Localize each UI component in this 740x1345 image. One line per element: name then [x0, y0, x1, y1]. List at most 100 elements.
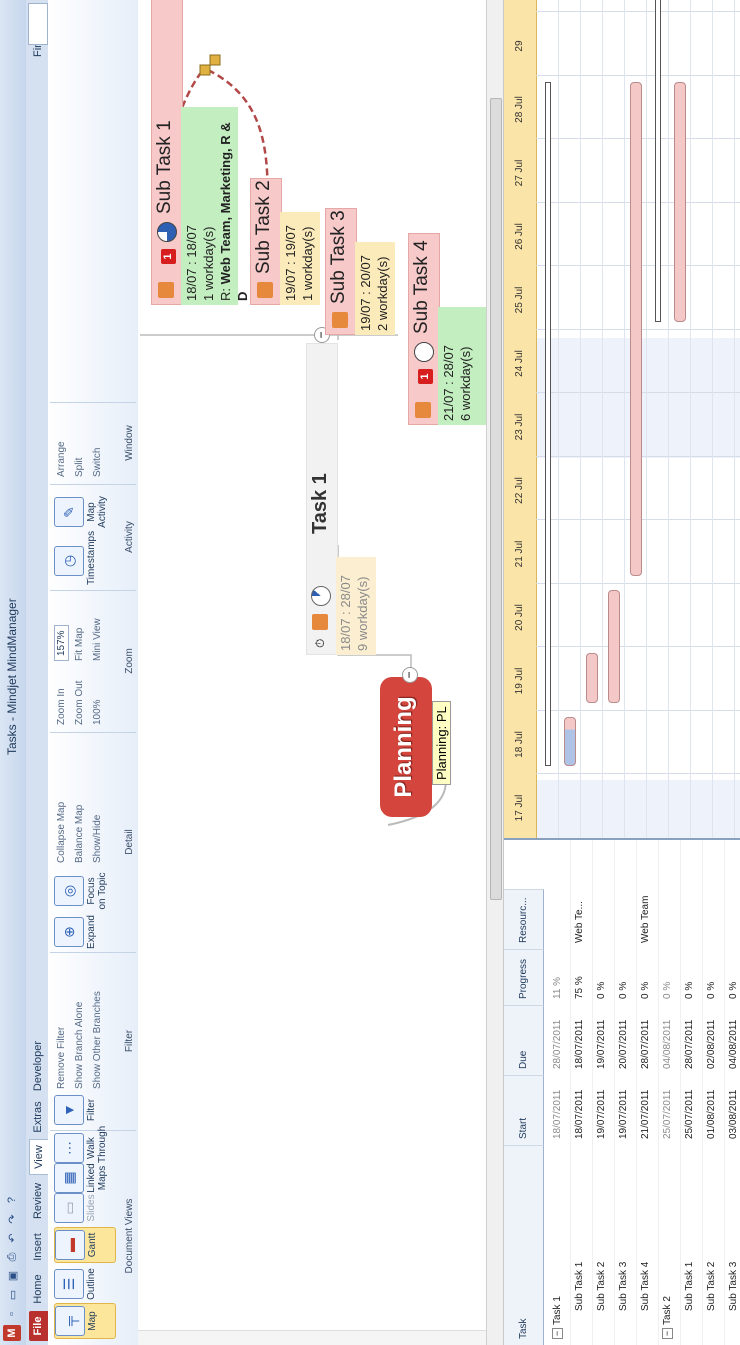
timestamps-button[interactable]: ◷ Timestamps	[54, 531, 114, 585]
scroll-thumb[interactable]	[490, 98, 502, 900]
show-hide-button[interactable]: Show/Hide	[92, 815, 103, 863]
cell-progress: 0 %	[662, 981, 673, 999]
col-header-due[interactable]: Due	[504, 1005, 544, 1075]
topic-sub-task-1[interactable]: 1 Sub Task 1	[151, 0, 183, 305]
split-button[interactable]: Split	[74, 458, 85, 477]
sub-task-1-duration: 1 workday(s)	[201, 226, 216, 301]
save-icon[interactable]: ▣	[3, 1268, 21, 1284]
arrange-button[interactable]: Arrange	[56, 441, 67, 477]
collapse-toggle-planning[interactable]: −	[402, 667, 418, 683]
gantt-bar[interactable]	[545, 82, 551, 767]
find-input[interactable]	[28, 3, 48, 45]
priority-1-icon: 1	[161, 249, 176, 264]
cell-due: 28/07/2011	[552, 1019, 563, 1069]
tab-review[interactable]: Review	[29, 1179, 48, 1223]
switch-button[interactable]: Switch	[92, 448, 103, 477]
slides-button[interactable]: ▭ Slides	[54, 1191, 114, 1225]
show-branch-alone-button[interactable]: Show Branch Alone	[74, 1002, 85, 1089]
gantt-bar[interactable]	[674, 82, 686, 322]
table-row[interactable]: − Task 1 18/07/2011 28/07/2011 11 %	[548, 840, 571, 1345]
task-icon	[312, 614, 328, 630]
cell-progress: 0 %	[706, 981, 717, 999]
tab-extras[interactable]: Extras	[29, 1097, 48, 1137]
topic-sub-task-3[interactable]: Sub Task 3	[325, 208, 357, 335]
linked-maps-icon: ▦	[54, 1163, 84, 1193]
balance-map-button[interactable]: Balance Map	[74, 805, 85, 863]
linked-maps-button[interactable]: ▦ Linked Maps	[54, 1163, 114, 1193]
gantt-bar[interactable]	[630, 82, 642, 576]
sub-task-1-dates: 18/07 : 18/07	[184, 225, 199, 301]
sub-task-2-info: 19/07 : 19/07 1 workday(s)	[280, 212, 320, 305]
cell-task: Sub Task 3	[728, 1261, 739, 1311]
zoom-level-select[interactable]: 157%	[54, 625, 69, 661]
table-row[interactable]: Sub Task 2 19/07/2011 19/07/2011 0 %	[592, 840, 615, 1345]
clock-icon: ◷	[54, 546, 84, 576]
gantt-bar[interactable]	[564, 717, 576, 767]
table-row[interactable]: Sub Task 2 01/08/2011 02/08/2011 0 %	[702, 840, 725, 1345]
table-row[interactable]: Sub Task 4 21/07/2011 28/07/2011 0 % Web Tea…	[636, 840, 659, 1345]
col-header-task[interactable]: Task	[504, 1145, 544, 1345]
col-header-resources[interactable]: Resourc...	[504, 889, 544, 949]
topic-task-1[interactable]: ⏱ Task 1	[306, 343, 338, 655]
mini-view-button[interactable]: Mini View	[92, 618, 103, 661]
map-canvas[interactable]: Planning Planning: PL − ⏱ Task 1 18/07 :…	[138, 0, 504, 1345]
col-header-progress[interactable]: Progress	[504, 949, 544, 1005]
map-activity-button[interactable]: ✎ Map Activity	[54, 489, 114, 535]
new-icon[interactable]: ▫	[3, 1306, 21, 1322]
gantt-day-label: 29	[514, 40, 525, 52]
gantt-view-button[interactable]: ▬ Gantt	[54, 1227, 116, 1263]
filter-button[interactable]: ▼ Filter	[54, 1093, 114, 1127]
cell-progress: 0 %	[596, 981, 607, 999]
quick-access-toolbar: M ▫ ▭ ▣ ⎙ ↶ ↷ ?	[3, 1192, 21, 1341]
tab-view[interactable]: View	[29, 1139, 49, 1175]
fit-map-button[interactable]: Fit Map	[74, 628, 85, 661]
tab-insert[interactable]: Insert	[29, 1227, 48, 1267]
show-other-branches-button[interactable]: Show Other Branches	[92, 991, 103, 1089]
zoom-100-button[interactable]: 100%	[92, 699, 103, 725]
focus-on-topic-button[interactable]: ◎ Focus on Topic	[54, 871, 114, 911]
table-row[interactable]: − Task 2 25/07/2011 04/08/2011 0 %	[658, 840, 681, 1345]
cell-start: 25/07/2011	[684, 1089, 695, 1139]
outline-view-button[interactable]: ☰ Outline	[54, 1267, 114, 1301]
undo-icon[interactable]: ↶	[3, 1230, 21, 1246]
cell-task: Sub Task 1	[684, 1261, 695, 1311]
cell-start: 19/07/2011	[596, 1089, 607, 1139]
app-window: M ▫ ▭ ▣ ⎙ ↶ ↷ ? Tasks - Mindjet MindMana…	[0, 0, 740, 1345]
redo-icon[interactable]: ↷	[3, 1211, 21, 1227]
remove-filter-button[interactable]: Remove Filter	[56, 1027, 67, 1089]
walk-through-button[interactable]: ⋯ Walk Through	[54, 1126, 114, 1163]
row-collapse-toggle[interactable]: −	[662, 1328, 673, 1339]
progress-0-icon	[414, 342, 434, 362]
zoom-out-button[interactable]: Zoom Out	[74, 681, 85, 725]
row-collapse-toggle[interactable]: −	[552, 1328, 563, 1339]
central-topic[interactable]: Planning	[380, 677, 432, 817]
table-row[interactable]: Sub Task 3 03/08/2011 04/08/2011 0 %	[724, 840, 740, 1345]
gantt-bar[interactable]	[608, 590, 620, 703]
table-row[interactable]: Sub Task 1 18/07/2011 18/07/2011 75 % Web Te…	[570, 840, 593, 1345]
expand-icon: ⊕	[54, 917, 84, 947]
help-icon[interactable]: ?	[3, 1192, 21, 1208]
group-window: Arrange Split Switch Window	[50, 402, 136, 483]
open-icon[interactable]: ▭	[3, 1287, 21, 1303]
collapse-map-button[interactable]: Collapse Map	[56, 802, 67, 863]
title-bar: M ▫ ▭ ▣ ⎙ ↶ ↷ ? Tasks - Mindjet MindMana…	[0, 0, 27, 1345]
tab-home[interactable]: Home	[29, 1271, 48, 1307]
gantt-bar[interactable]	[655, 0, 661, 322]
tab-file[interactable]: File	[29, 1311, 48, 1341]
horizontal-scrollbar[interactable]	[486, 0, 503, 1345]
expand-button[interactable]: ⊕ Expand	[54, 915, 114, 949]
table-row[interactable]: Sub Task 1 25/07/2011 28/07/2011 0 %	[680, 840, 703, 1345]
sub-task-2-duration: 1 workday(s)	[300, 226, 315, 301]
gantt-bar[interactable]	[586, 653, 598, 703]
topic-sub-task-4[interactable]: 1 Sub Task 4	[408, 233, 440, 425]
app-logo-icon[interactable]: M	[3, 1325, 21, 1341]
col-header-start[interactable]: Start	[504, 1075, 544, 1145]
topic-sub-task-2[interactable]: Sub Task 2	[250, 178, 282, 305]
central-callout: Planning: PL	[432, 701, 451, 785]
tab-developer[interactable]: Developer	[29, 1039, 48, 1093]
map-view-button[interactable]: ╤ Map	[54, 1303, 116, 1339]
zoom-in-button[interactable]: Zoom In	[56, 688, 67, 725]
group-detail: ⊕ Expand ◎ Focus on Topic Collapse Map Bal…	[50, 732, 136, 951]
print-icon[interactable]: ⎙	[3, 1249, 21, 1265]
table-row[interactable]: Sub Task 3 19/07/2011 20/07/2011 0 %	[614, 840, 637, 1345]
